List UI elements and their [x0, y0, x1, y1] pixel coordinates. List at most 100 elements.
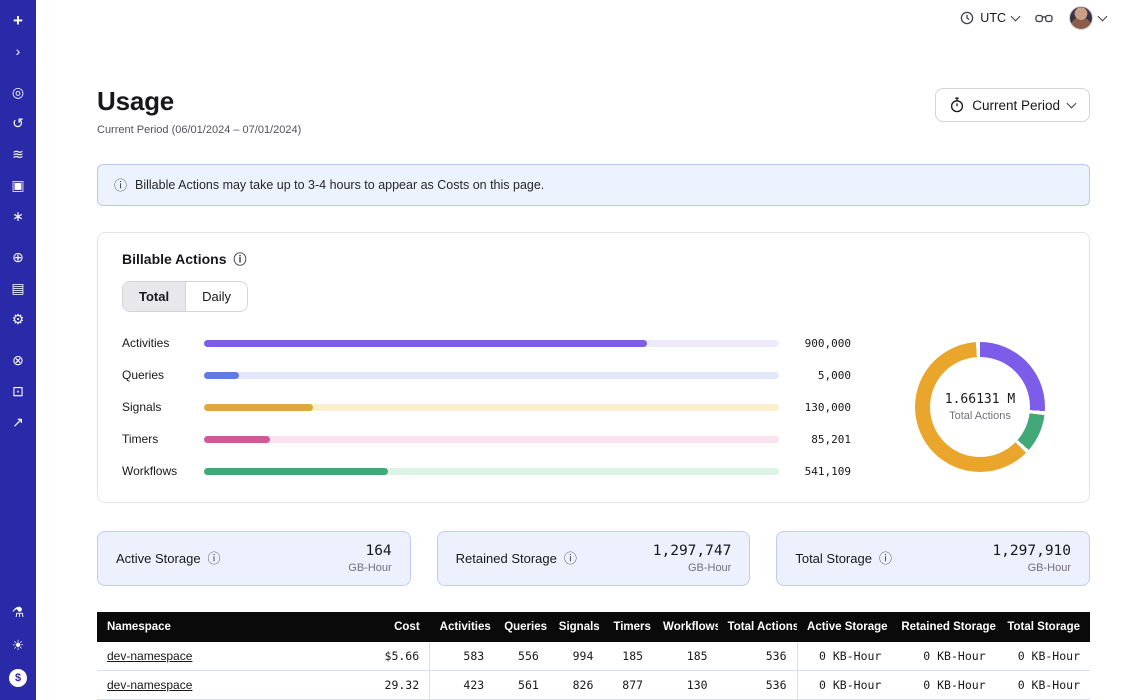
temporal-logo-icon[interactable]: + [5, 8, 31, 32]
table-body: dev-namespace$5.665835569941851855360 KB… [97, 642, 1090, 700]
retained-storage-label: Retained Storage [456, 551, 557, 566]
docs-icon[interactable]: ⊡ [5, 379, 31, 403]
user-menu[interactable] [1069, 6, 1106, 30]
column-header: Timers [603, 612, 653, 642]
timezone-label: UTC [980, 11, 1006, 25]
bar-fill [204, 468, 388, 475]
period-selector-button[interactable]: Current Period [935, 88, 1090, 122]
usage-icon[interactable]: ⊕ [5, 245, 31, 269]
value-cell: 0 KB-Hour [996, 642, 1090, 671]
bar-value: 900,000 [791, 337, 851, 350]
info-icon[interactable]: ⓘ [564, 552, 577, 565]
bar-track [204, 468, 779, 475]
column-header: Activities [430, 612, 495, 642]
column-header: Retained Storage [891, 612, 995, 642]
bar-track [204, 372, 779, 379]
tab-total[interactable]: Total [123, 282, 185, 311]
column-header: Total Actions [718, 612, 797, 642]
bar-label: Activities [122, 336, 192, 350]
value-cell: 0 KB-Hour [797, 642, 891, 671]
total-actions-label: Total Actions [949, 410, 1011, 422]
info-icon[interactable]: ⓘ [234, 253, 247, 266]
usage-page: Usage Current Period (06/01/2024 – 07/01… [36, 36, 1126, 700]
nexus-icon[interactable]: ∗ [5, 204, 31, 228]
settings-icon[interactable]: ⚙ [5, 307, 31, 331]
clock-icon [960, 11, 974, 25]
sidebar-nav: + › ◎ ↺ ≋ ▣ ∗ ⊕ ▤ ⚙ ⊗ ⊡ ↗ [5, 8, 31, 451]
bar-label: Signals [122, 400, 192, 414]
value-cell: 0 KB-Hour [891, 642, 995, 671]
chevron-down-icon [1011, 11, 1021, 21]
workflows-icon[interactable]: ↺ [5, 111, 31, 135]
bar-track [204, 404, 779, 411]
bar-row-signals: Signals130,000 [122, 400, 851, 414]
billable-actions-card: Billable Actions ⓘ Total Daily Activitie… [97, 232, 1090, 503]
feedback-icon[interactable]: ↗ [5, 410, 31, 434]
billing-icon[interactable]: ▤ [5, 276, 31, 300]
value-cell: 877 [603, 671, 653, 700]
donut-chart: 1.66131 M Total Actions [895, 342, 1065, 472]
namespace-link[interactable]: dev-namespace [107, 649, 192, 663]
table-row: dev-namespace29.324235618268771305360 KB… [97, 671, 1090, 700]
collapse-sidebar-icon[interactable]: › [5, 39, 31, 63]
deployments-icon[interactable]: ▣ [5, 173, 31, 197]
table-row: dev-namespace$5.665835569941851855360 KB… [97, 642, 1090, 671]
value-cell: 583 [430, 642, 495, 671]
total-storage-label: Total Storage [795, 551, 872, 566]
value-cell: 536 [718, 642, 797, 671]
value-cell: 536 [718, 671, 797, 700]
value-cell: 994 [549, 642, 604, 671]
timezone-selector[interactable]: UTC [960, 11, 1019, 25]
retained-storage-value: 1,297,747 [653, 543, 732, 559]
bar-label: Workflows [122, 464, 192, 478]
total-actions-value: 1.66131 M [945, 392, 1015, 407]
assist-button[interactable] [1035, 12, 1053, 25]
bar-label: Timers [122, 432, 192, 446]
column-header: Active Storage [797, 612, 891, 642]
bar-fill [204, 372, 239, 379]
bar-fill [204, 404, 313, 411]
info-icon[interactable]: ⓘ [879, 552, 892, 565]
info-icon[interactable]: ⓘ [208, 552, 221, 565]
total-storage-card: Total Storage ⓘ 1,297,910 GB-Hour [776, 531, 1090, 586]
storage-stats: Active Storage ⓘ 164 GB-Hour Retained St… [97, 531, 1090, 586]
column-header: Workflows [653, 612, 718, 642]
bar-value: 85,201 [791, 433, 851, 446]
app-root: + › ◎ ↺ ≋ ▣ ∗ ⊕ ▤ ⚙ ⊗ ⊡ ↗ ⚗ ☀ $ UTC [0, 0, 1126, 700]
theme-icon[interactable]: ☀ [5, 633, 31, 657]
namespaces-icon[interactable]: ◎ [5, 80, 31, 104]
labs-icon[interactable]: ⚗ [5, 600, 31, 624]
value-cell: $5.66 [360, 642, 430, 671]
info-banner: ⓘ Billable Actions may take up to 3-4 ho… [97, 164, 1090, 206]
namespace-cell: dev-namespace [97, 671, 360, 700]
value-cell: 561 [494, 671, 549, 700]
column-header: Signals [549, 612, 604, 642]
sidebar: + › ◎ ↺ ≋ ▣ ∗ ⊕ ▤ ⚙ ⊗ ⊡ ↗ ⚗ ☀ $ [0, 0, 36, 700]
chevron-down-icon [1098, 11, 1108, 21]
schedules-icon[interactable]: ≋ [5, 142, 31, 166]
namespace-link[interactable]: dev-namespace [107, 678, 192, 692]
bar-row-activities: Activities 900,000 [122, 336, 851, 350]
info-banner-text: Billable Actions may take up to 3-4 hour… [135, 178, 544, 192]
total-storage-unit: GB-Hour [992, 562, 1071, 574]
value-cell: 185 [653, 642, 718, 671]
bar-label: Queries [122, 368, 192, 382]
bar-chart: Activities900,000Queries5,000Signals130,… [122, 336, 851, 478]
column-header: Total Storage [996, 612, 1090, 642]
value-cell: 826 [549, 671, 604, 700]
bar-fill [204, 436, 270, 443]
topbar: UTC [36, 0, 1126, 36]
page-title: Usage [97, 86, 301, 117]
glasses-icon [1035, 12, 1053, 25]
active-storage-label: Active Storage [116, 551, 201, 566]
tab-daily[interactable]: Daily [185, 282, 247, 311]
active-storage-value: 164 [348, 543, 391, 559]
active-storage-unit: GB-Hour [348, 562, 391, 574]
bar-value: 541,109 [791, 465, 851, 478]
active-storage-card: Active Storage ⓘ 164 GB-Hour [97, 531, 411, 586]
bar-fill [204, 340, 647, 347]
credits-icon[interactable]: $ [5, 666, 31, 690]
support-icon[interactable]: ⊗ [5, 348, 31, 372]
page-subtitle: Current Period (06/01/2024 – 07/01/2024) [97, 124, 301, 136]
donut-center: 1.66131 M Total Actions [930, 357, 1030, 457]
